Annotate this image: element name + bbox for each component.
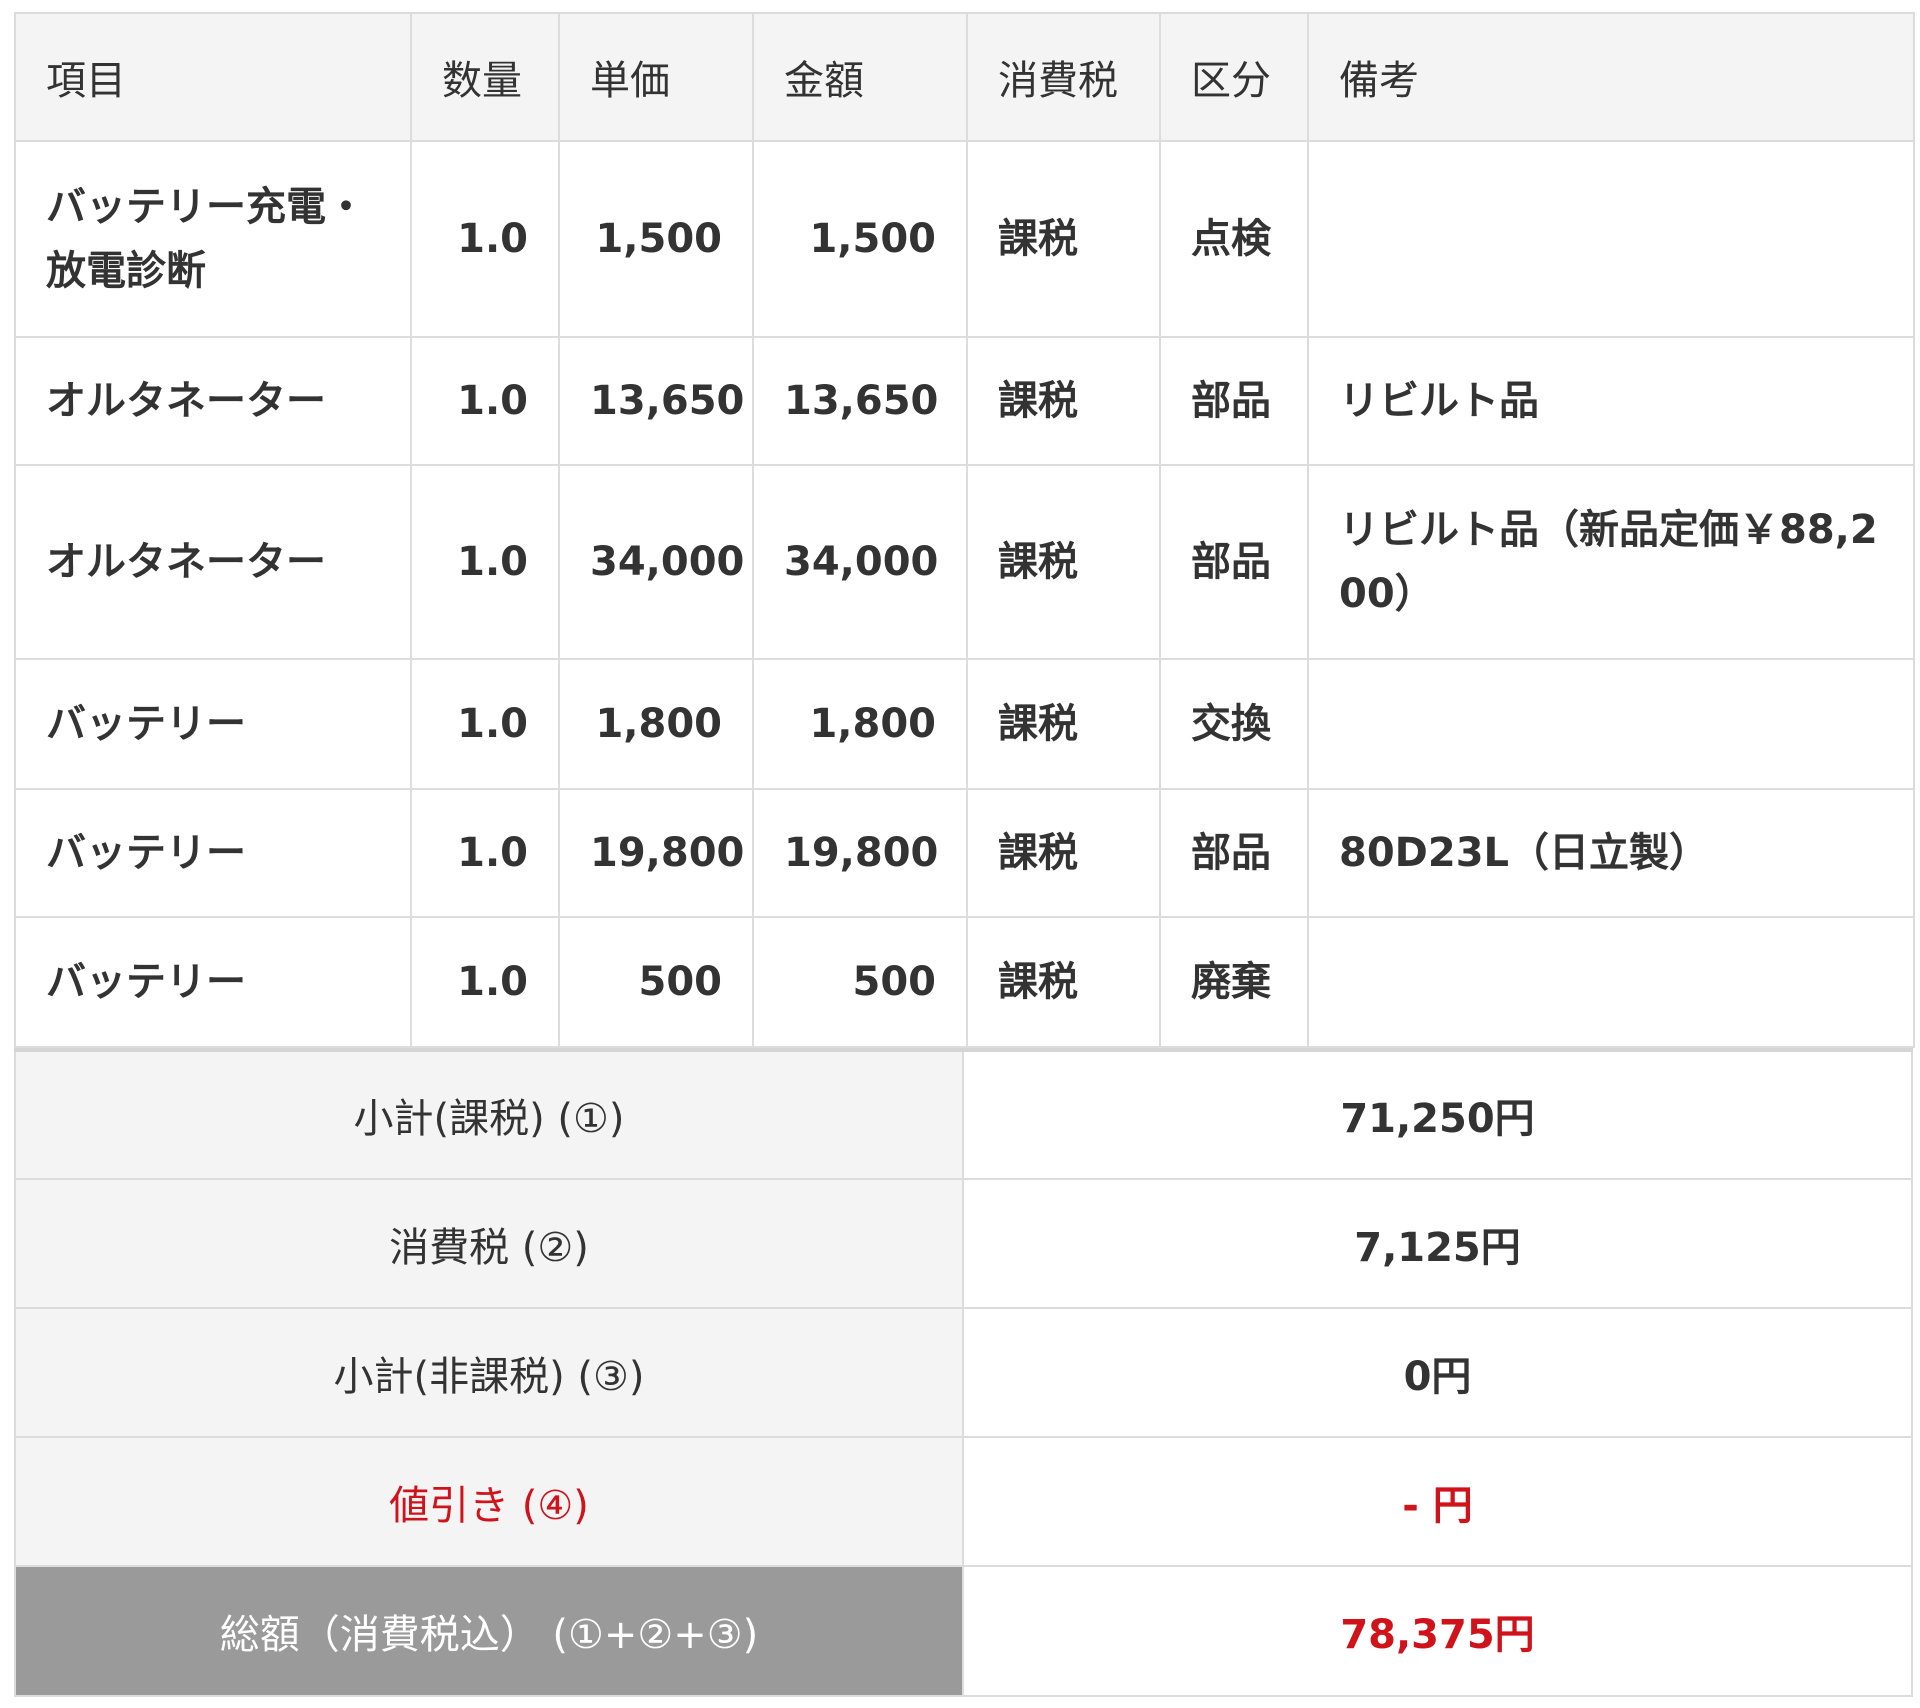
cell-item: バッテリー (14, 658, 412, 790)
table-row: バッテリー充電・放電診断 1.0 1,500 1,500 課税 点検 (14, 140, 1915, 338)
estimate-summary-table: 小計(課税) (①) 71,250円 消費税 (②) 7,125円 小計(非課税… (14, 1048, 1913, 1697)
cell-note (1307, 916, 1915, 1048)
discount-label: 値引き (④) (14, 1436, 964, 1567)
cell-item: オルタネーター (14, 464, 412, 660)
subtotal-nontaxable-value: 0円 (962, 1307, 1913, 1438)
header-item: 項目 (14, 12, 412, 142)
summary-row-subtotal-taxable: 小計(課税) (①) 71,250円 (14, 1049, 1913, 1180)
cell-unit-price: 13,650 (558, 336, 754, 466)
consumption-tax-label: 消費税 (②) (14, 1178, 964, 1309)
header-amount: 金額 (752, 12, 968, 142)
table-row: バッテリー 1.0 500 500 課税 廃棄 (14, 916, 1915, 1048)
cell-category: 交換 (1159, 658, 1309, 790)
subtotal-taxable-label: 小計(課税) (①) (14, 1049, 964, 1180)
cell-tax: 課税 (966, 788, 1161, 918)
cell-amount: 19,800 (752, 788, 968, 918)
cell-quantity: 1.0 (410, 336, 560, 466)
cell-quantity: 1.0 (410, 658, 560, 790)
cell-amount: 500 (752, 916, 968, 1048)
header-tax: 消費税 (966, 12, 1161, 142)
cell-note (1307, 140, 1915, 338)
table-row: オルタネーター 1.0 34,000 34,000 課税 部品 リビルト品（新品… (14, 464, 1915, 660)
header-quantity: 数量 (410, 12, 560, 142)
table-row: オルタネーター 1.0 13,650 13,650 課税 部品 リビルト品 (14, 336, 1915, 466)
consumption-tax-value: 7,125円 (962, 1178, 1913, 1309)
cell-note: リビルト品（新品定価￥88,200） (1307, 464, 1915, 660)
cell-quantity: 1.0 (410, 788, 560, 918)
cell-item: オルタネーター (14, 336, 412, 466)
cell-unit-price: 500 (558, 916, 754, 1048)
cell-unit-price: 19,800 (558, 788, 754, 918)
cell-tax: 課税 (966, 658, 1161, 790)
cell-amount: 13,650 (752, 336, 968, 466)
cell-tax: 課税 (966, 464, 1161, 660)
cell-unit-price: 1,500 (558, 140, 754, 338)
cell-unit-price: 34,000 (558, 464, 754, 660)
summary-row-discount: 値引き (④) - 円 (14, 1436, 1913, 1567)
cell-category: 廃棄 (1159, 916, 1309, 1048)
total-label: 総額（消費税込） (①+②+③) (14, 1565, 964, 1697)
cell-category: 部品 (1159, 464, 1309, 660)
cell-category: 点検 (1159, 140, 1309, 338)
table-row: バッテリー 1.0 19,800 19,800 課税 部品 80D23L（日立製… (14, 788, 1915, 918)
subtotal-taxable-value: 71,250円 (962, 1049, 1913, 1180)
estimate-items-table: 項目 数量 単価 金額 消費税 区分 備考 バッテリー充電・放電診断 1.0 1… (14, 12, 1915, 1048)
cell-quantity: 1.0 (410, 464, 560, 660)
table-header-row: 項目 数量 単価 金額 消費税 区分 備考 (14, 12, 1915, 142)
cell-category: 部品 (1159, 788, 1309, 918)
estimate-wrapper: 項目 数量 単価 金額 消費税 区分 備考 バッテリー充電・放電診断 1.0 1… (14, 12, 1915, 1697)
cell-quantity: 1.0 (410, 916, 560, 1048)
summary-row-consumption-tax: 消費税 (②) 7,125円 (14, 1178, 1913, 1309)
total-value: 78,375円 (962, 1565, 1913, 1697)
header-note: 備考 (1307, 12, 1915, 142)
cell-tax: 課税 (966, 916, 1161, 1048)
discount-value: - 円 (962, 1436, 1913, 1567)
summary-row-subtotal-nontaxable: 小計(非課税) (③) 0円 (14, 1307, 1913, 1438)
cell-category: 部品 (1159, 336, 1309, 466)
header-unit-price: 単価 (558, 12, 754, 142)
cell-note (1307, 658, 1915, 790)
cell-amount: 1,500 (752, 140, 968, 338)
cell-note: 80D23L（日立製） (1307, 788, 1915, 918)
cell-amount: 34,000 (752, 464, 968, 660)
summary-row-total: 総額（消費税込） (①+②+③) 78,375円 (14, 1565, 1913, 1697)
cell-note: リビルト品 (1307, 336, 1915, 466)
subtotal-nontaxable-label: 小計(非課税) (③) (14, 1307, 964, 1438)
cell-tax: 課税 (966, 336, 1161, 466)
cell-unit-price: 1,800 (558, 658, 754, 790)
cell-amount: 1,800 (752, 658, 968, 790)
cell-tax: 課税 (966, 140, 1161, 338)
cell-item: バッテリー充電・放電診断 (14, 140, 412, 338)
cell-item: バッテリー (14, 788, 412, 918)
cell-quantity: 1.0 (410, 140, 560, 338)
header-category: 区分 (1159, 12, 1309, 142)
table-row: バッテリー 1.0 1,800 1,800 課税 交換 (14, 658, 1915, 790)
cell-item: バッテリー (14, 916, 412, 1048)
